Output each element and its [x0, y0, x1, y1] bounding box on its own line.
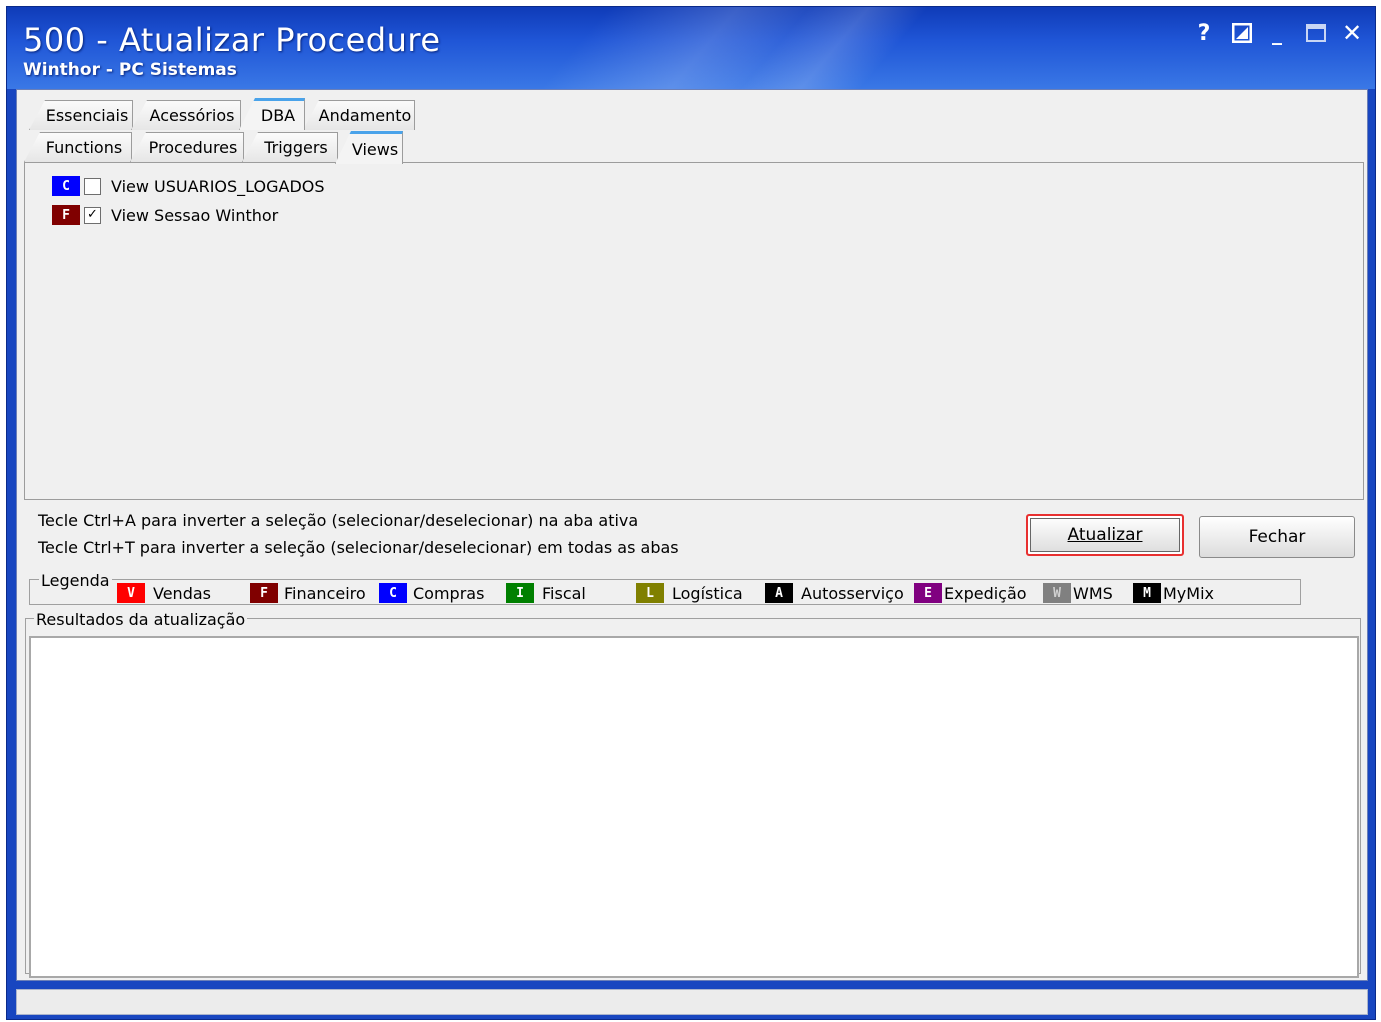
edit-button[interactable] — [1228, 19, 1256, 47]
legend-item: M MyMix — [1133, 583, 1214, 603]
window-title: 500 - Atualizar Procedure — [23, 21, 441, 59]
category-badge: F — [52, 205, 80, 225]
legend-item: C Compras — [379, 583, 484, 603]
legend-badge: M — [1133, 583, 1161, 603]
maximize-button[interactable] — [1302, 19, 1330, 47]
update-button-label: Atualizar — [1067, 525, 1143, 545]
item-checkbox[interactable]: ✓ — [84, 206, 101, 224]
item-label: View USUARIOS_LOGADOS — [111, 176, 325, 196]
status-bar — [16, 989, 1368, 1015]
list-item: C View USUARIOS_LOGADOS — [52, 175, 325, 197]
legend-label: Fiscal — [542, 583, 586, 603]
legend-label: MyMix — [1163, 583, 1214, 603]
client-area: Essenciais Acessórios DBA Andamento Func… — [16, 89, 1368, 981]
legend-label: Autosserviço — [801, 583, 904, 603]
legend-item: F Financeiro — [250, 583, 366, 603]
tab-acessorios[interactable]: Acessórios — [131, 100, 241, 130]
minimize-button[interactable]: _ — [1263, 19, 1291, 47]
main-window: 500 - Atualizar Procedure Winthor - PC S… — [6, 6, 1376, 1020]
results-title: Resultados da atualização — [34, 610, 248, 629]
legend-label: Expedição — [944, 583, 1027, 603]
hint-ctrl-t: Tecle Ctrl+T para inverter a seleção (se… — [38, 538, 679, 557]
category-badge: C — [52, 176, 80, 196]
tab-functions[interactable]: Functions — [24, 132, 132, 162]
legend-badge: I — [506, 583, 534, 603]
update-button[interactable]: Atualizar — [1026, 514, 1184, 556]
results-textarea[interactable] — [29, 636, 1359, 978]
legend-label: Vendas — [153, 583, 211, 603]
close-button[interactable]: Fechar — [1199, 516, 1355, 558]
tab-essenciais[interactable]: Essenciais — [29, 100, 133, 130]
list-item: F ✓ View Sessao Winthor — [52, 204, 278, 226]
legend-badge: A — [765, 583, 793, 603]
item-checkbox[interactable] — [84, 177, 101, 195]
tab-procedures[interactable]: Procedures — [130, 132, 244, 162]
legend-badge: E — [914, 583, 942, 603]
legend-title: Legenda — [39, 571, 112, 590]
legend-item: E Expedição — [914, 583, 1027, 603]
legend-label: Logística — [672, 583, 743, 603]
window-subtitle: Winthor - PC Sistemas — [23, 60, 237, 80]
edit-icon — [1232, 23, 1252, 43]
close-window-button[interactable]: ✕ — [1338, 19, 1366, 47]
legend-item: W WMS — [1043, 583, 1113, 603]
hint-ctrl-a: Tecle Ctrl+A para inverter a seleção (se… — [38, 511, 639, 530]
legend-item: L Logística — [636, 583, 743, 603]
legend-badge: L — [636, 583, 664, 603]
item-label: View Sessao Winthor — [111, 205, 279, 225]
legend-item: V Vendas — [117, 583, 211, 603]
help-button[interactable]: ? — [1190, 19, 1218, 47]
tab-dba[interactable]: DBA — [239, 98, 305, 130]
legend-item: A Autosserviço — [765, 583, 904, 603]
tab-views[interactable]: Views — [335, 131, 403, 164]
tab-andamento[interactable]: Andamento — [303, 100, 415, 130]
legend-badge: W — [1043, 583, 1071, 603]
close-button-label: Fechar — [1248, 527, 1306, 547]
legend-label: Financeiro — [284, 583, 366, 603]
maximize-icon — [1306, 24, 1326, 42]
legend-badge: V — [117, 583, 145, 603]
title-bar[interactable]: 500 - Atualizar Procedure Winthor - PC S… — [7, 7, 1375, 89]
legend-label: Compras — [413, 583, 485, 603]
legend-badge: F — [250, 583, 278, 603]
legend-item: I Fiscal — [506, 583, 586, 603]
tab-triggers[interactable]: Triggers — [242, 132, 338, 162]
legend-label: WMS — [1073, 583, 1113, 603]
views-panel: C View USUARIOS_LOGADOS F ✓ View Sessao … — [24, 162, 1364, 500]
legend-badge: C — [379, 583, 407, 603]
